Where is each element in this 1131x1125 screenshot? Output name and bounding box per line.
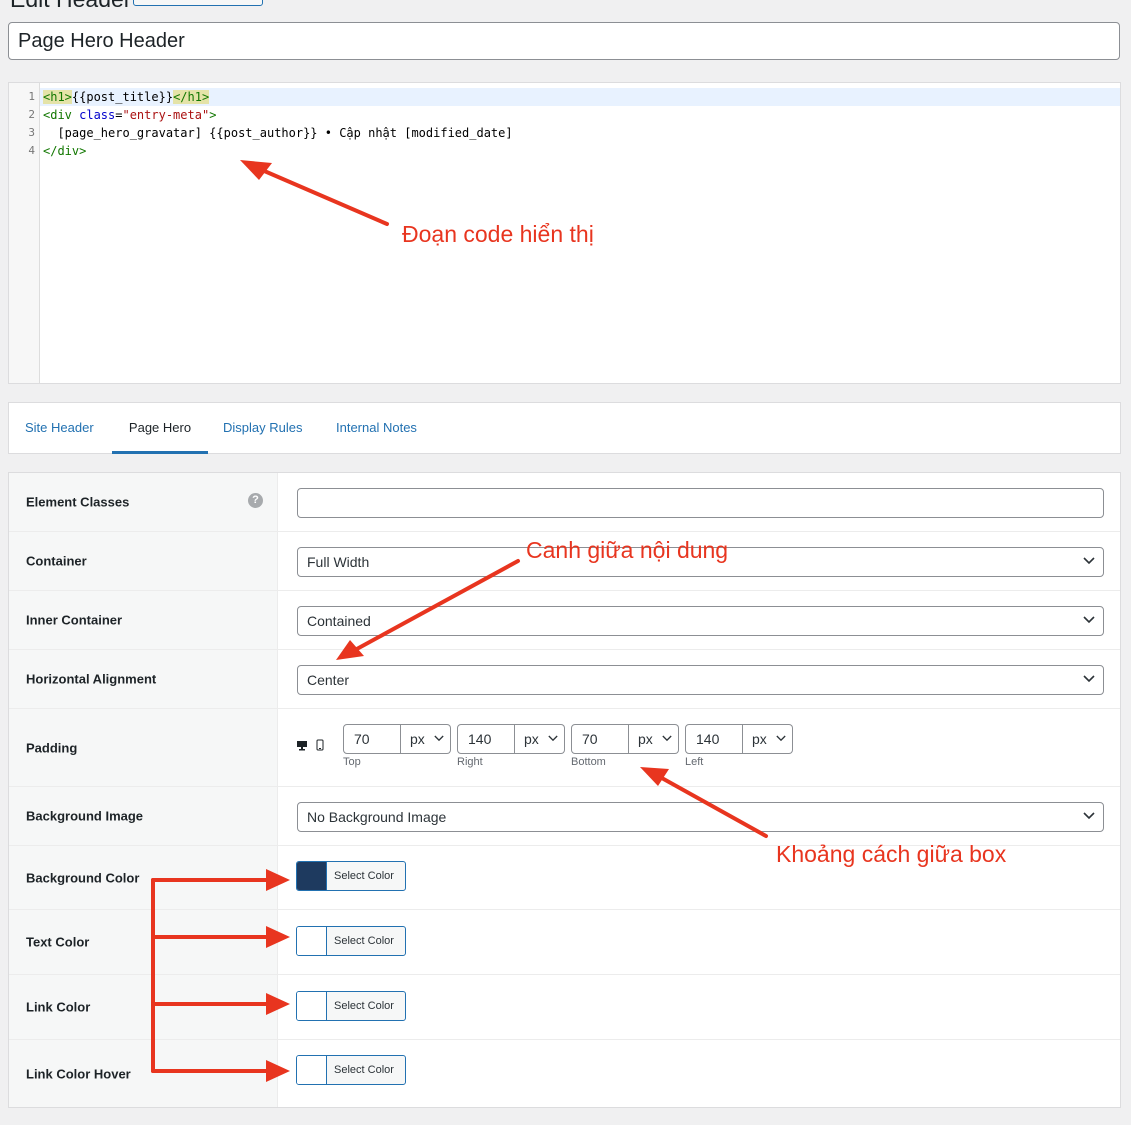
unit-value: px	[524, 731, 539, 747]
padding-right-unit-select[interactable]: px	[515, 724, 565, 754]
padding-right-input[interactable]: 140	[457, 724, 515, 754]
setting-row-link-color-hover: Link Color Hover Select Color	[9, 1040, 1120, 1107]
padding-top-label: Top	[343, 756, 361, 768]
setting-label: Background Color	[26, 870, 140, 885]
color-swatch	[297, 927, 327, 955]
chevron-down-icon	[1083, 812, 1095, 820]
chevron-down-icon	[1083, 616, 1095, 624]
setting-row-text-color: Text Color Select Color	[9, 910, 1120, 975]
padding-bottom-input[interactable]: 70	[571, 724, 629, 754]
line-number: 4	[28, 144, 35, 157]
code-token: </h1>	[173, 90, 210, 104]
padding-left-input[interactable]: 140	[685, 724, 743, 754]
chevron-down-icon	[1083, 675, 1095, 683]
annotation-alignment: Canh giữa nội dung	[526, 537, 729, 563]
tab-site-header[interactable]: Site Header	[25, 403, 94, 453]
desktop-icon[interactable]	[296, 740, 308, 751]
code-token: class	[79, 108, 116, 122]
chevron-down-icon	[1083, 557, 1095, 565]
background-color-button[interactable]: Select Color	[296, 861, 406, 891]
page-hero-settings: Element Classes ? Container Full Width I…	[8, 472, 1121, 1108]
setting-label: Horizontal Alignment	[26, 671, 157, 687]
setting-label: Inner Container	[26, 612, 123, 628]
text-color-button[interactable]: Select Color	[296, 926, 406, 956]
select-value: No Background Image	[307, 809, 447, 825]
select-value: Center	[307, 672, 350, 688]
color-button-label: Select Color	[334, 1064, 394, 1076]
tab-internal-notes[interactable]: Internal Notes	[336, 403, 417, 453]
inner-container-select[interactable]: Contained	[297, 606, 1104, 636]
link-color-button[interactable]: Select Color	[296, 991, 406, 1021]
code-line-1[interactable]: <h1>{{post_title}}</h1>	[43, 88, 210, 106]
setting-row-link-color: Link Color Select Color	[9, 975, 1120, 1040]
setting-label: Padding	[26, 740, 78, 755]
tab-page-hero[interactable]: Page Hero	[112, 403, 208, 454]
setting-row-element-classes: Element Classes ?	[9, 473, 1120, 532]
code-token: <div	[43, 108, 80, 122]
padding-right-label: Right	[457, 756, 483, 768]
annotation-padding: Khoảng cách giữa box	[776, 841, 1007, 867]
mobile-icon[interactable]	[316, 739, 324, 751]
code-line-3[interactable]: [page_hero_gravatar] {{post_author}} • C…	[43, 124, 512, 142]
chevron-down-icon	[548, 735, 558, 742]
editor-gutter: 1 2 3 4	[9, 83, 40, 383]
color-button-label: Select Color	[334, 935, 394, 947]
link-color-hover-button[interactable]: Select Color	[296, 1055, 406, 1085]
code-line-4[interactable]: </div>	[43, 142, 86, 160]
help-icon[interactable]: ?	[248, 493, 263, 508]
color-button-label: Select Color	[334, 1000, 394, 1012]
title-input[interactable]: Page Hero Header	[8, 22, 1120, 60]
background-image-select[interactable]: No Background Image	[297, 802, 1104, 832]
horizontal-alignment-select[interactable]: Center	[297, 665, 1104, 695]
select-value: Full Width	[307, 554, 370, 570]
setting-label: Link Color Hover	[26, 1066, 131, 1081]
line-number: 1	[28, 90, 35, 103]
setting-row-horizontal-alignment: Horizontal Alignment Center	[9, 650, 1120, 709]
setting-label: Link Color	[26, 999, 91, 1015]
setting-row-inner-container: Inner Container Contained	[9, 591, 1120, 650]
chevron-down-icon	[434, 735, 444, 742]
setting-label: Text Color	[26, 934, 90, 950]
setting-label: Container	[26, 553, 87, 569]
chevron-down-icon	[776, 735, 786, 742]
code-token: {{post_title}}	[71, 90, 174, 104]
select-value: Contained	[307, 613, 371, 629]
padding-top-input[interactable]: 70	[343, 724, 401, 754]
code-token: >	[209, 108, 217, 122]
color-swatch	[297, 1056, 327, 1084]
annotation-code: Đoạn code hiển thị	[402, 221, 594, 247]
padding-top-unit-select[interactable]: px	[401, 724, 451, 754]
code-token: <h1>	[43, 90, 72, 104]
setting-row-padding: Padding 70 px Top 140 px Right 70 px Bot…	[9, 709, 1120, 787]
padding-left-label: Left	[685, 756, 704, 768]
padding-left-unit-select[interactable]: px	[743, 724, 793, 754]
element-classes-input[interactable]	[297, 488, 1104, 518]
padding-bottom-unit-select[interactable]: px	[629, 724, 679, 754]
setting-label: Element Classes	[26, 494, 130, 510]
chevron-down-icon	[662, 735, 672, 742]
line-number: 3	[28, 126, 35, 139]
code-line-2[interactable]: <div class="entry-meta">	[43, 106, 216, 124]
code-token: "entry-meta"	[122, 108, 210, 122]
unit-value: px	[752, 731, 767, 747]
color-swatch	[297, 862, 327, 890]
setting-label: Background Image	[26, 808, 144, 824]
add-new-button[interactable]	[133, 0, 263, 6]
unit-value: px	[638, 731, 653, 747]
line-number: 2	[28, 108, 35, 121]
color-button-label: Select Color	[334, 870, 394, 882]
unit-value: px	[410, 731, 425, 747]
settings-tabs: Site Header Page Hero Display Rules Inte…	[8, 402, 1121, 454]
color-swatch	[297, 992, 327, 1020]
setting-row-background-image: Background Image No Background Image	[9, 787, 1120, 846]
tab-display-rules[interactable]: Display Rules	[223, 403, 302, 453]
padding-bottom-label: Bottom	[571, 756, 606, 768]
page-title: Edit Header	[10, 0, 131, 13]
